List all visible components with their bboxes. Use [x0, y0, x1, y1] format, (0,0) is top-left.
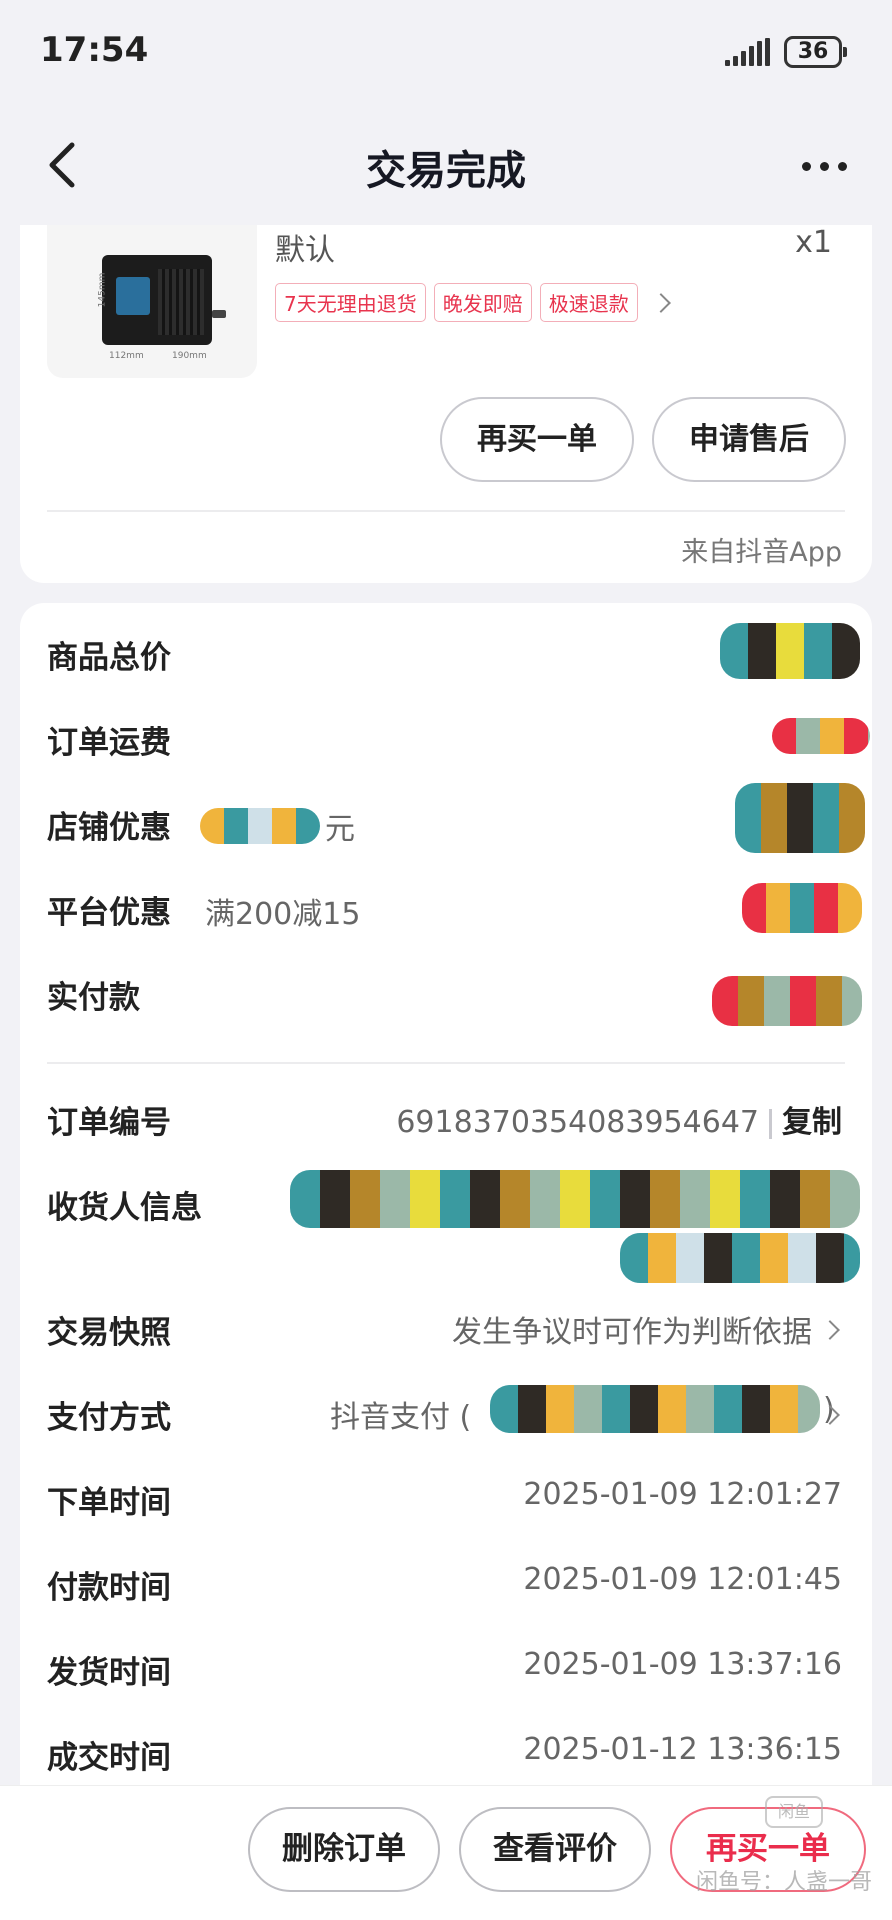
payment-method-label: 支付方式: [47, 1400, 171, 1436]
payment-value-prefix: 抖音支付 (: [330, 1400, 472, 1435]
deal-time-value: 2025-01-12 13:36:15: [523, 1732, 842, 1767]
payment-time-value: 2025-01-09 12:01:45: [523, 1562, 842, 1597]
battery-icon: 36: [784, 36, 847, 68]
deal-time-label: 成交时间: [47, 1740, 171, 1776]
platform-discount-sub: 满200减15: [205, 897, 361, 932]
tag-fast-refund: 极速退款: [539, 283, 638, 322]
redacted-platform-discount: [742, 883, 862, 933]
status-bar: 17:54 36: [0, 0, 892, 110]
shipping-time-label: 发货时间: [47, 1655, 171, 1691]
redacted-receiver-name: [290, 1170, 860, 1228]
dim-width: 112mm: [109, 351, 144, 361]
snapshot-label: 交易快照: [47, 1315, 171, 1351]
view-review-button[interactable]: 查看评价: [459, 1807, 651, 1892]
redacted-total-price: [720, 623, 860, 679]
signal-icon: [725, 38, 773, 66]
watermark-logo: 闲鱼: [765, 1796, 823, 1828]
shipping-label: 订单运费: [47, 725, 171, 761]
receiver-info-label: 收货人信息: [47, 1190, 202, 1226]
order-time-value: 2025-01-09 12:01:27: [523, 1477, 842, 1512]
divider: [47, 510, 845, 512]
order-number-label: 订单编号: [47, 1105, 171, 1141]
platform-discount-label: 平台优惠: [47, 895, 171, 931]
device-illustration: [102, 255, 212, 345]
copy-separator: [769, 1108, 772, 1139]
shipping-time-value: 2025-01-09 13:37:16: [523, 1647, 842, 1682]
device-grill: [158, 269, 204, 335]
redacted-shop-discount: [735, 783, 865, 853]
product-variant: 默认: [275, 233, 335, 268]
shop-discount-label: 店铺优惠: [47, 810, 171, 846]
delete-order-button[interactable]: 删除订单: [248, 1807, 440, 1892]
copy-button[interactable]: 复制: [782, 1105, 842, 1140]
total-price-label: 商品总价: [47, 640, 171, 676]
dim-depth: 190mm: [172, 351, 207, 361]
product-card: 145mm 112mm 190mm 默认 x1 7天无理由退货 晚发即赔 极速退…: [20, 225, 872, 583]
order-number: 6918370354083954647: [396, 1105, 759, 1140]
product-image[interactable]: 145mm 112mm 190mm: [47, 225, 257, 378]
chevron-right-icon: [650, 292, 671, 313]
watermark: 闲鱼号：人盏一哥: [695, 1870, 872, 1895]
chevron-right-icon[interactable]: [820, 1320, 840, 1340]
dim-height: 145mm: [97, 272, 108, 308]
tag-return: 7天无理由退货: [275, 283, 426, 322]
order-source: 来自抖音App: [681, 537, 842, 568]
redacted-receiver-address: [620, 1233, 860, 1283]
product-quantity: x1: [795, 225, 832, 260]
order-time-label: 下单时间: [47, 1485, 171, 1521]
tag-late-compensation: 晚发即赔: [433, 283, 532, 322]
redacted-payment-method: [490, 1385, 820, 1433]
shop-discount-sub-suffix: 元: [325, 812, 355, 847]
order-detail-card: 商品总价 订单运费 店铺优惠 元 平台优惠 满200减15 实付款 订单编号 6…: [20, 603, 872, 1920]
paid-amount-label: 实付款: [47, 980, 140, 1016]
snapshot-value[interactable]: 发生争议时可作为判断依据: [452, 1307, 812, 1351]
payment-time-label: 付款时间: [47, 1570, 171, 1606]
order-number-row: 6918370354083954647 复制: [396, 1097, 842, 1141]
page-title: 交易完成: [366, 148, 526, 194]
service-tags[interactable]: 7天无理由退货 晚发即赔 极速退款: [275, 283, 671, 322]
bottom-action-bar: 删除订单 查看评价 再买一单 闲鱼 闲鱼号：人盏一哥: [0, 1785, 892, 1920]
device-screen: [116, 277, 150, 315]
redacted-shipping: [772, 718, 870, 754]
device-knob: [212, 310, 226, 318]
divider: [47, 1062, 845, 1064]
buy-again-button[interactable]: 再买一单: [440, 397, 634, 482]
status-time: 17:54: [40, 30, 149, 70]
redacted-paid-amount: [712, 976, 862, 1026]
more-dots-icon[interactable]: [800, 145, 850, 185]
redacted-shop-discount-sub: [200, 808, 320, 844]
after-sales-button[interactable]: 申请售后: [652, 397, 846, 482]
nav-bar: 交易完成: [0, 110, 892, 225]
